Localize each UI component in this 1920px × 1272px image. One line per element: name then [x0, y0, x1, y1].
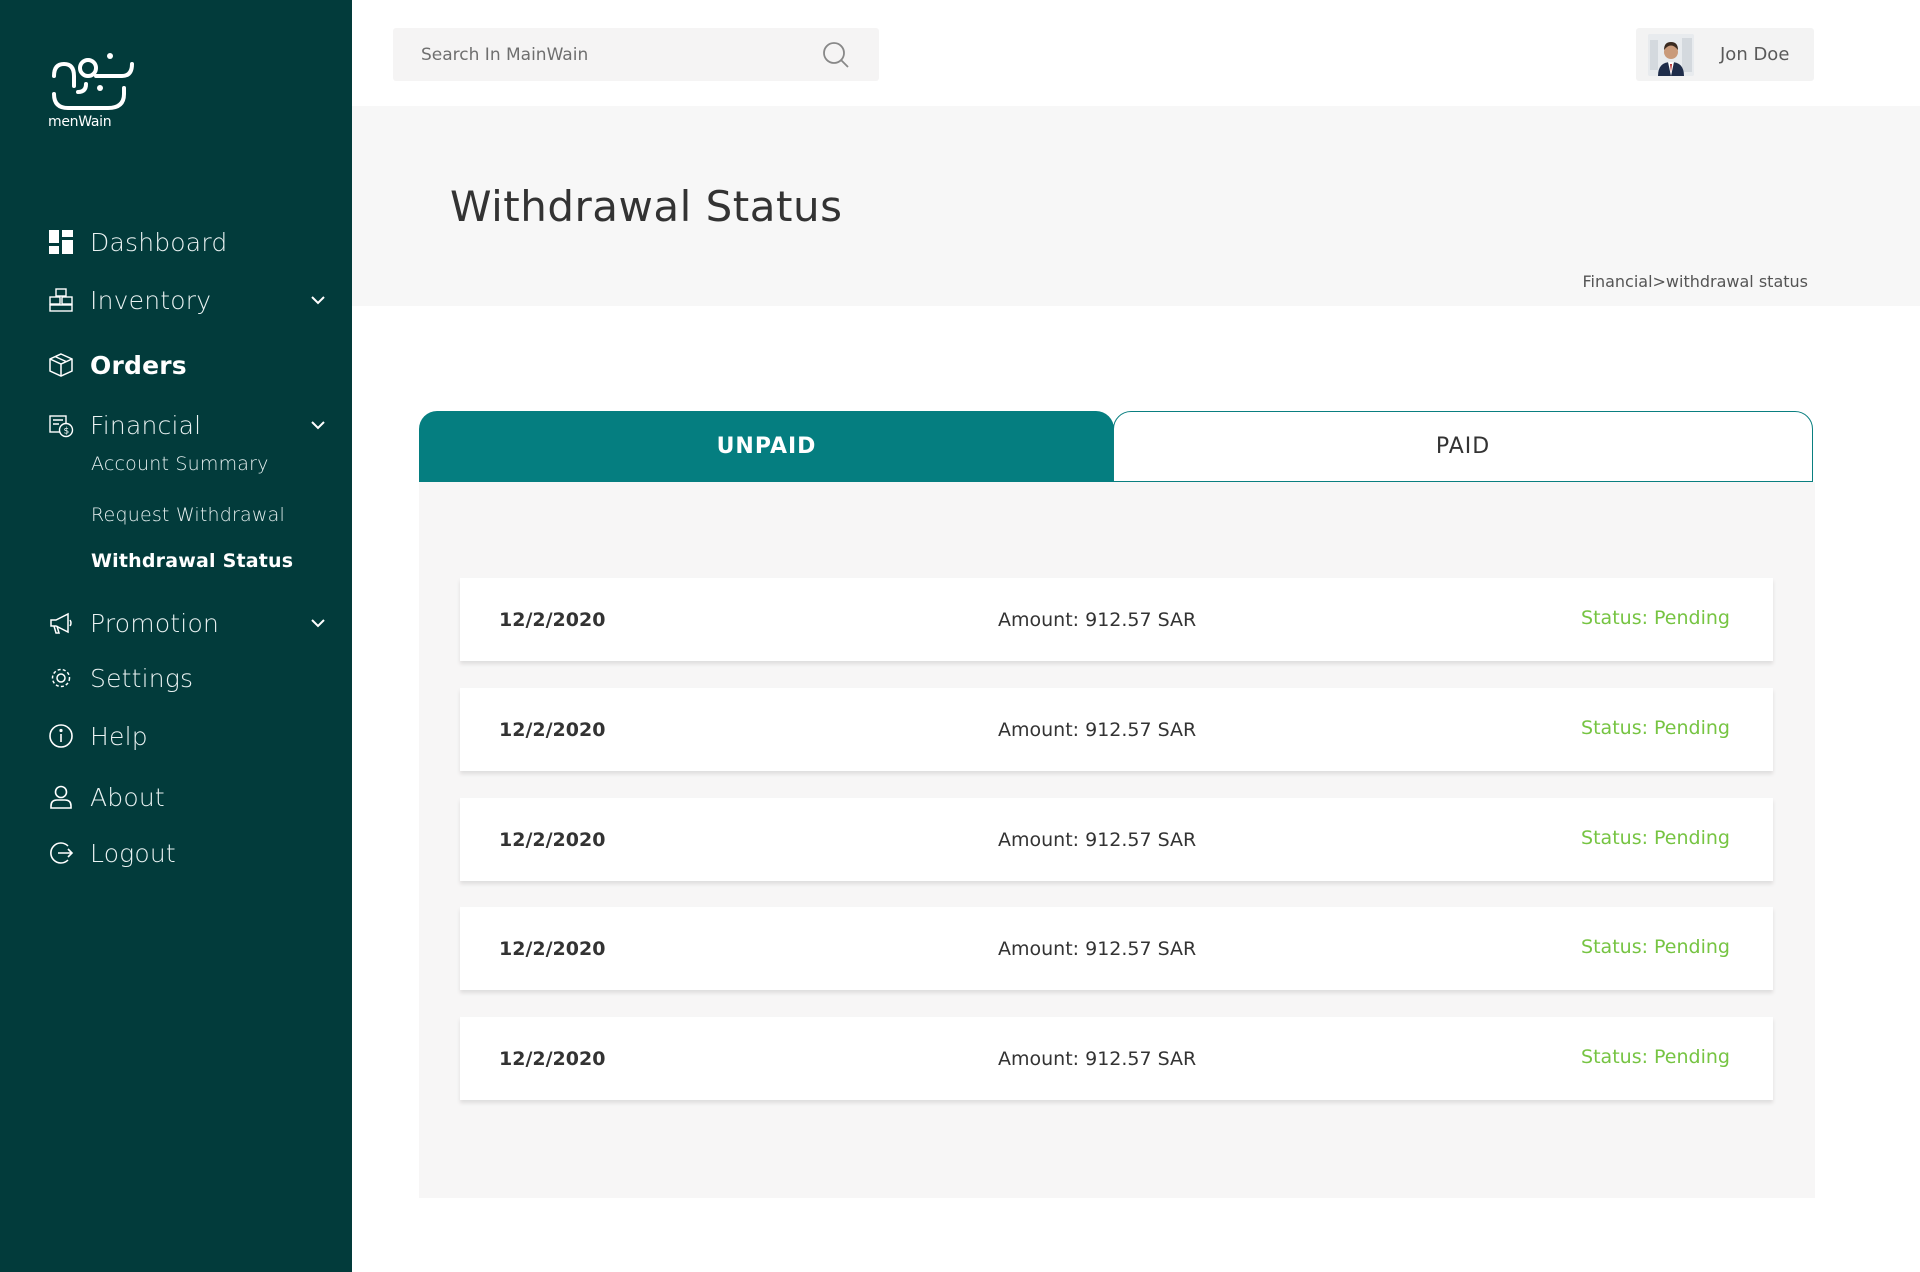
- withdrawal-row[interactable]: 12/2/2020 Amount: 912.57 SAR Status: Pen…: [460, 907, 1773, 990]
- withdrawal-amount: Amount: 912.57 SAR: [998, 719, 1197, 741]
- info-icon: [48, 723, 74, 749]
- page-header: Withdrawal Status Financial>withdrawal s…: [352, 106, 1920, 306]
- avatar: [1648, 33, 1694, 76]
- inventory-icon: [48, 287, 74, 313]
- chevron-down-icon[interactable]: [308, 290, 328, 310]
- sidebar-item-label: Inventory: [90, 285, 212, 315]
- withdrawal-date: 12/2/2020: [499, 938, 606, 960]
- status-badge: Status: Pending: [1581, 717, 1730, 739]
- orders-icon: [48, 352, 74, 378]
- app-root: menWain Dashboard Inventory Orders $ Fin…: [0, 0, 1920, 1272]
- chevron-down-icon[interactable]: [308, 613, 328, 633]
- sidebar-item-promotion[interactable]: Promotion: [48, 603, 328, 643]
- sidebar-item-label: Promotion: [90, 608, 219, 638]
- withdrawal-row[interactable]: 12/2/2020 Amount: 912.57 SAR Status: Pen…: [460, 1017, 1773, 1100]
- withdrawal-amount: Amount: 912.57 SAR: [998, 1048, 1197, 1070]
- sidebar-item-logout[interactable]: Logout: [48, 833, 328, 873]
- user-menu[interactable]: Jon Doe: [1636, 28, 1814, 81]
- withdrawal-list: 12/2/2020 Amount: 912.57 SAR Status: Pen…: [419, 482, 1815, 1198]
- withdrawal-date: 12/2/2020: [499, 719, 606, 741]
- logo-mark-icon: [52, 53, 134, 110]
- logout-icon: [48, 840, 74, 866]
- withdrawal-date: 12/2/2020: [499, 1048, 606, 1070]
- sidebar-item-label: Dashboard: [90, 227, 228, 257]
- tab-paid[interactable]: PAID: [1113, 411, 1813, 482]
- sidebar-item-label: About: [90, 782, 165, 812]
- withdrawal-row[interactable]: 12/2/2020 Amount: 912.57 SAR Status: Pen…: [460, 688, 1773, 771]
- sidebar-item-label: Financial: [90, 410, 202, 440]
- sidebar-subitem-withdrawal-status[interactable]: Withdrawal Status: [91, 550, 293, 572]
- search-input[interactable]: [421, 44, 821, 65]
- user-name: Jon Doe: [1720, 44, 1790, 65]
- sidebar-subitem-request-withdrawal[interactable]: Request Withdrawal: [91, 504, 285, 526]
- status-badge: Status: Pending: [1581, 607, 1730, 629]
- sidebar-subitem-account-summary[interactable]: Account Summary: [91, 453, 269, 475]
- sidebar-item-label: Settings: [90, 663, 194, 693]
- sidebar-item-label: Orders: [90, 350, 187, 380]
- withdrawal-date: 12/2/2020: [499, 829, 606, 851]
- tab-unpaid[interactable]: UNPAID: [419, 411, 1114, 482]
- brand-logo[interactable]: menWain: [48, 48, 138, 138]
- withdrawal-amount: Amount: 912.57 SAR: [998, 609, 1197, 631]
- status-badge: Status: Pending: [1581, 936, 1730, 958]
- withdrawal-amount: Amount: 912.57 SAR: [998, 829, 1197, 851]
- search-box: [393, 28, 879, 81]
- sidebar-item-dashboard[interactable]: Dashboard: [48, 222, 328, 262]
- logo-text: menWain: [48, 114, 112, 130]
- sidebar-item-financial[interactable]: $ Financial: [48, 405, 328, 445]
- sidebar-item-inventory[interactable]: Inventory: [48, 280, 328, 320]
- breadcrumb[interactable]: Financial>withdrawal status: [1582, 272, 1808, 291]
- sidebar-item-settings[interactable]: Settings: [48, 658, 328, 698]
- sidebar-item-label: Help: [90, 721, 148, 751]
- sidebar: menWain Dashboard Inventory Orders $ Fin…: [0, 0, 352, 1272]
- financial-icon: $: [48, 412, 74, 438]
- status-tabs: UNPAID PAID: [419, 411, 1813, 482]
- sidebar-item-orders[interactable]: Orders: [48, 345, 328, 385]
- user-icon: [48, 784, 74, 810]
- chevron-down-icon[interactable]: [308, 415, 328, 435]
- page-title: Withdrawal Status: [450, 182, 843, 231]
- svg-text:$: $: [64, 427, 70, 437]
- dashboard-icon: [48, 229, 74, 255]
- withdrawal-date: 12/2/2020: [499, 609, 606, 631]
- status-badge: Status: Pending: [1581, 827, 1730, 849]
- sidebar-item-about[interactable]: About: [48, 777, 328, 817]
- gear-icon: [48, 665, 74, 691]
- withdrawal-amount: Amount: 912.57 SAR: [998, 938, 1197, 960]
- search-icon[interactable]: [821, 40, 851, 70]
- status-badge: Status: Pending: [1581, 1046, 1730, 1068]
- withdrawal-row[interactable]: 12/2/2020 Amount: 912.57 SAR Status: Pen…: [460, 798, 1773, 881]
- sidebar-item-label: Logout: [90, 838, 176, 868]
- sidebar-item-help[interactable]: Help: [48, 716, 328, 756]
- megaphone-icon: [48, 610, 74, 636]
- withdrawal-row[interactable]: 12/2/2020 Amount: 912.57 SAR Status: Pen…: [460, 578, 1773, 661]
